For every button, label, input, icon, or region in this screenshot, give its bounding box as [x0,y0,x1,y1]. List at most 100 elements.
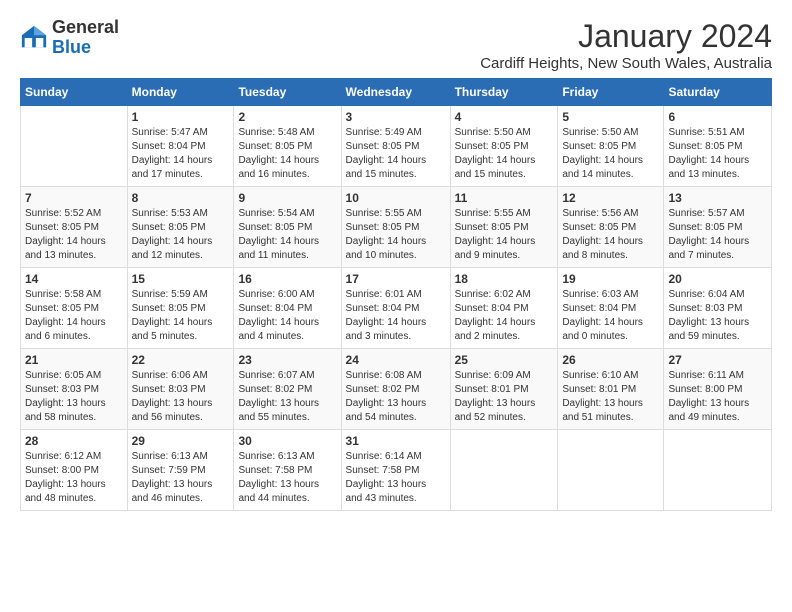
table-row [558,430,664,511]
day-info: Sunrise: 6:07 AMSunset: 8:02 PMDaylight:… [238,369,336,425]
day-info: Sunrise: 6:03 AMSunset: 8:04 PMDaylight:… [562,288,659,344]
day-info: Sunrise: 6:10 AMSunset: 8:01 PMDaylight:… [562,369,659,425]
day-number: 29 [132,434,230,448]
table-row: 23Sunrise: 6:07 AMSunset: 8:02 PMDayligh… [234,349,341,430]
logo-icon [20,24,48,52]
day-info: Sunrise: 6:13 AMSunset: 7:59 PMDaylight:… [132,450,230,506]
day-info: Sunrise: 5:58 AMSunset: 8:05 PMDaylight:… [25,288,123,344]
calendar-week-row: 7 Sunrise: 5:52 AMSunset: 8:05 PMDaylight… [21,187,772,268]
day-info: Sunrise: 5:59 AMSunset: 8:05 PMDaylight:… [132,288,230,344]
day-number: 30 [238,434,336,448]
table-row: 27 Sunrise: 6:11 AMSunset: 8:00 PMDayligh… [664,349,772,430]
day-info: Sunrise: 5:50 AMSunset: 8:05 PMDaylight:… [562,126,659,182]
day-info: Sunrise: 5:54 AMSunset: 8:05 PMDaylight:… [238,207,336,263]
day-info: Sunrise: 6:13 AMSunset: 7:58 PMDaylight:… [238,450,336,506]
col-wednesday: Wednesday [341,79,450,106]
day-number: 1 [132,110,230,124]
table-row: 2Sunrise: 5:48 AMSunset: 8:05 PMDaylight… [234,106,341,187]
day-number: 8 [132,191,230,205]
day-number: 5 [562,110,659,124]
day-info: Sunrise: 6:05 AMSunset: 8:03 PMDaylight:… [25,369,123,425]
logo: General Blue [20,18,119,58]
day-number: 11 [455,191,554,205]
day-number: 9 [238,191,336,205]
page-container: General Blue January 2024 Cardiff Height… [0,0,792,521]
col-saturday: Saturday [664,79,772,106]
day-info: Sunrise: 6:08 AMSunset: 8:02 PMDaylight:… [346,369,446,425]
table-row: 5 Sunrise: 5:50 AMSunset: 8:05 PMDaylight… [558,106,664,187]
calendar-week-row: 28 Sunrise: 6:12 AMSunset: 8:00 PMDayligh… [21,430,772,511]
day-number: 20 [668,272,767,286]
table-row: 19 Sunrise: 6:03 AMSunset: 8:04 PMDayligh… [558,268,664,349]
table-row: 21 Sunrise: 6:05 AMSunset: 8:03 PMDayligh… [21,349,128,430]
table-row: 1Sunrise: 5:47 AMSunset: 8:04 PMDaylight… [127,106,234,187]
col-tuesday: Tuesday [234,79,341,106]
col-monday: Monday [127,79,234,106]
day-info: Sunrise: 6:06 AMSunset: 8:03 PMDaylight:… [132,369,230,425]
day-number: 28 [25,434,123,448]
table-row: 31 Sunrise: 6:14 AMSunset: 7:58 PMDayligh… [341,430,450,511]
day-info: Sunrise: 5:55 AMSunset: 8:05 PMDaylight:… [346,207,446,263]
day-number: 16 [238,272,336,286]
day-info: Sunrise: 5:55 AMSunset: 8:05 PMDaylight:… [455,207,554,263]
logo-text-line2: Blue [52,38,119,58]
table-row [21,106,128,187]
day-info: Sunrise: 5:53 AMSunset: 8:05 PMDaylight:… [132,207,230,263]
table-row: 25 Sunrise: 6:09 AMSunset: 8:01 PMDayligh… [450,349,558,430]
table-row: 6Sunrise: 5:51 AMSunset: 8:05 PMDaylight… [664,106,772,187]
day-number: 27 [668,353,767,367]
day-info: Sunrise: 5:52 AMSunset: 8:05 PMDaylight:… [25,207,123,263]
day-number: 18 [455,272,554,286]
table-row: 13Sunrise: 5:57 AMSunset: 8:05 PMDayligh… [664,187,772,268]
day-number: 31 [346,434,446,448]
day-info: Sunrise: 6:12 AMSunset: 8:00 PMDaylight:… [25,450,123,506]
day-number: 14 [25,272,123,286]
day-number: 12 [562,191,659,205]
day-info: Sunrise: 6:00 AMSunset: 8:04 PMDaylight:… [238,288,336,344]
day-number: 21 [25,353,123,367]
table-row: 4 Sunrise: 5:50 AMSunset: 8:05 PMDaylight… [450,106,558,187]
calendar-week-row: 21 Sunrise: 6:05 AMSunset: 8:03 PMDayligh… [21,349,772,430]
day-number: 6 [668,110,767,124]
day-number: 4 [455,110,554,124]
table-row: 10Sunrise: 5:55 AMSunset: 8:05 PMDayligh… [341,187,450,268]
day-info: Sunrise: 6:11 AMSunset: 8:00 PMDaylight:… [668,369,767,425]
calendar-week-row: 14 Sunrise: 5:58 AMSunset: 8:05 PMDayligh… [21,268,772,349]
day-info: Sunrise: 5:50 AMSunset: 8:05 PMDaylight:… [455,126,554,182]
location-title: Cardiff Heights, New South Wales, Austra… [480,55,772,72]
table-row: 26 Sunrise: 6:10 AMSunset: 8:01 PMDayligh… [558,349,664,430]
table-row: 11 Sunrise: 5:55 AMSunset: 8:05 PMDayligh… [450,187,558,268]
col-thursday: Thursday [450,79,558,106]
table-row: 24Sunrise: 6:08 AMSunset: 8:02 PMDayligh… [341,349,450,430]
day-info: Sunrise: 6:02 AMSunset: 8:04 PMDaylight:… [455,288,554,344]
header: General Blue January 2024 Cardiff Height… [20,18,772,72]
logo-text-line1: General [52,18,119,38]
day-number: 19 [562,272,659,286]
calendar-week-row: 1Sunrise: 5:47 AMSunset: 8:04 PMDaylight… [21,106,772,187]
day-info: Sunrise: 6:09 AMSunset: 8:01 PMDaylight:… [455,369,554,425]
day-info: Sunrise: 6:04 AMSunset: 8:03 PMDaylight:… [668,288,767,344]
table-row: 30 Sunrise: 6:13 AMSunset: 7:58 PMDayligh… [234,430,341,511]
table-row: 8 Sunrise: 5:53 AMSunset: 8:05 PMDaylight… [127,187,234,268]
day-info: Sunrise: 5:56 AMSunset: 8:05 PMDaylight:… [562,207,659,263]
col-friday: Friday [558,79,664,106]
table-row: 29 Sunrise: 6:13 AMSunset: 7:59 PMDayligh… [127,430,234,511]
day-number: 25 [455,353,554,367]
table-row: 20 Sunrise: 6:04 AMSunset: 8:03 PMDayligh… [664,268,772,349]
day-number: 7 [25,191,123,205]
day-number: 3 [346,110,446,124]
calendar-table: Sunday Monday Tuesday Wednesday Thursday… [20,78,772,511]
day-info: Sunrise: 5:48 AMSunset: 8:05 PMDaylight:… [238,126,336,182]
day-info: Sunrise: 6:14 AMSunset: 7:58 PMDaylight:… [346,450,446,506]
table-row: 18 Sunrise: 6:02 AMSunset: 8:04 PMDayligh… [450,268,558,349]
table-row: 3 Sunrise: 5:49 AMSunset: 8:05 PMDaylight… [341,106,450,187]
table-row: 22Sunrise: 6:06 AMSunset: 8:03 PMDayligh… [127,349,234,430]
table-row [664,430,772,511]
day-info: Sunrise: 5:49 AMSunset: 8:05 PMDaylight:… [346,126,446,182]
table-row: 7 Sunrise: 5:52 AMSunset: 8:05 PMDaylight… [21,187,128,268]
calendar-header-row: Sunday Monday Tuesday Wednesday Thursday… [21,79,772,106]
table-row: 28 Sunrise: 6:12 AMSunset: 8:00 PMDayligh… [21,430,128,511]
table-row: 16 Sunrise: 6:00 AMSunset: 8:04 PMDayligh… [234,268,341,349]
day-number: 17 [346,272,446,286]
day-number: 26 [562,353,659,367]
